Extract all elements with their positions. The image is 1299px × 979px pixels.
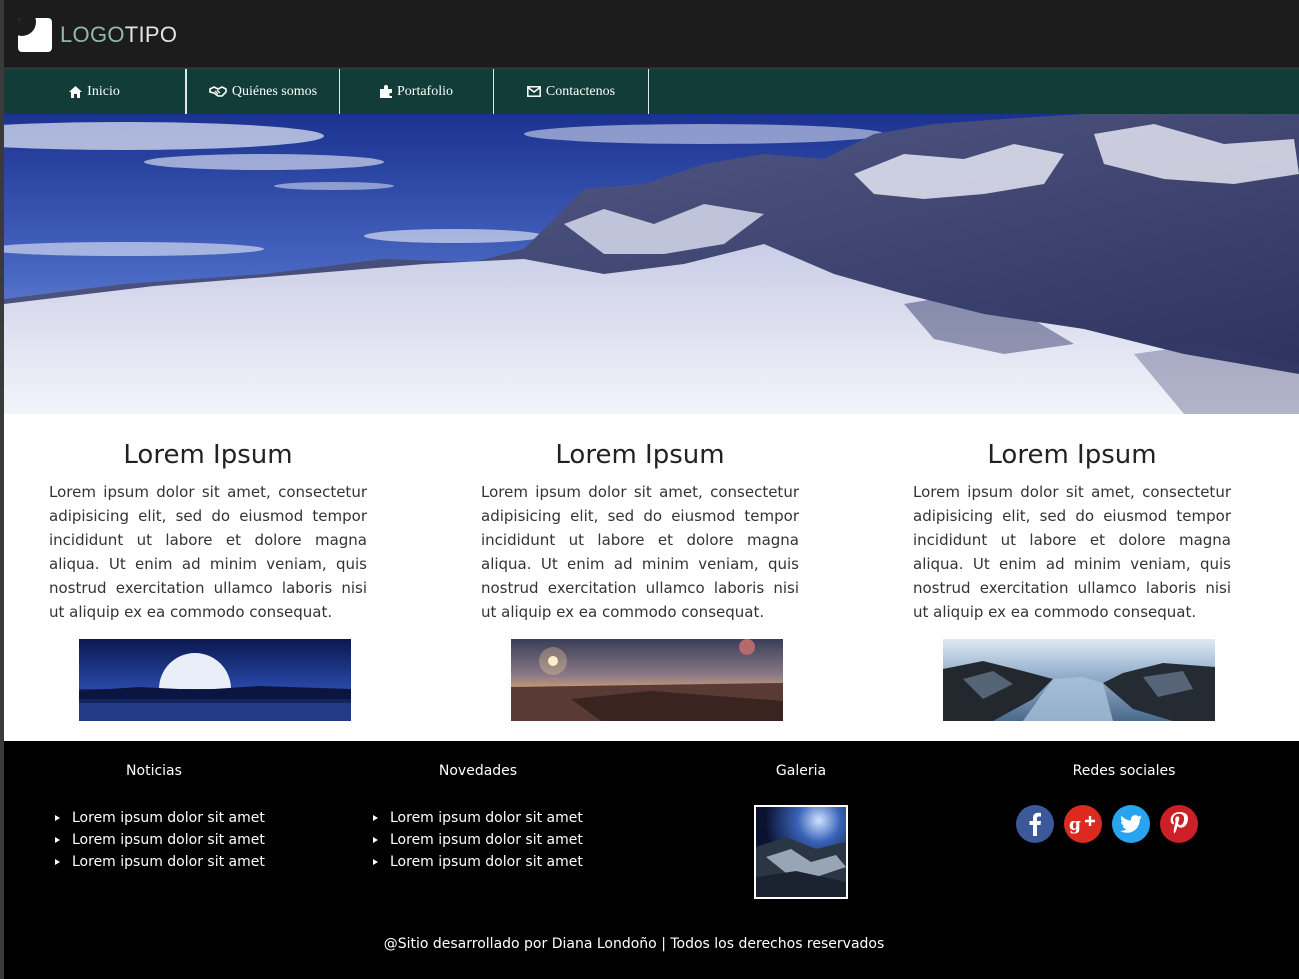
column-image [943,639,1215,721]
snowy-mountains-image [0,114,1299,414]
footer-heading-novedades: Novedades [438,763,518,779]
logo-icon[interactable] [18,18,52,52]
nav-item-label: Inicio [87,83,120,99]
list-item[interactable]: Lorem ipsum dolor sit amet [55,851,265,873]
handshake-icon [209,86,227,97]
column-title: Lorem Ipsum [555,440,725,470]
copyright-text: @Sitio desarrollado por Diana Londoño | … [383,936,885,952]
nav-item-contactenos[interactable]: Contactenos [494,69,649,114]
footer-heading-noticias: Noticias [126,763,182,779]
content-column-2: Lorem Ipsum Lorem ipsum dolor sit amet, … [436,414,868,741]
moon-landscape-image [79,639,351,721]
twitter-icon[interactable] [1112,805,1150,843]
nav-item-quienes-somos[interactable]: Quiénes somos [186,69,340,114]
footer-heading-redes-sociales: Redes sociales [1072,763,1176,779]
svg-text:g: g [1069,815,1081,835]
pinterest-icon[interactable] [1160,805,1198,843]
column-image [511,639,783,721]
logo-text-part2: TIPO [124,22,178,47]
nav-item-portafolio[interactable]: Portafolio [340,69,494,114]
nav-item-label: Portafolio [397,83,453,99]
header-bar: LOGOTIPO [4,0,1299,68]
list-item[interactable]: Lorem ipsum dolor sit amet [373,829,583,851]
main-nav: Inicio Quiénes somos Portafolio Contacte… [4,68,1299,114]
noticias-list: Lorem ipsum dolor sit amet Lorem ipsum d… [55,807,265,873]
gallery-thumbnail-image [756,807,846,897]
fjord-landscape-image [943,639,1215,721]
column-title: Lorem Ipsum [987,440,1157,470]
google-plus-icon[interactable]: g [1064,805,1102,843]
column-title: Lorem Ipsum [123,440,293,470]
content-column-3: Lorem Ipsum Lorem ipsum dolor sit amet, … [868,414,1299,741]
column-text: Lorem ipsum dolor sit amet, consectetur … [481,483,799,621]
logo-text-part1: LOGO [60,22,125,47]
nav-item-label: Contactenos [545,83,616,99]
column-text: Lorem ipsum dolor sit amet, consectetur … [913,483,1231,621]
home-icon [69,85,83,98]
novedades-list: Lorem ipsum dolor sit amet Lorem ipsum d… [373,807,583,873]
footer-heading-galeria: Galeria [775,763,827,779]
column-image [79,639,351,721]
hero-banner [0,114,1299,414]
nav-item-label: Quiénes somos [231,83,318,99]
column-text: Lorem ipsum dolor sit amet, consectetur … [49,483,367,621]
list-item[interactable]: Lorem ipsum dolor sit amet [55,829,265,851]
facebook-icon[interactable] [1016,805,1054,843]
envelope-icon [526,86,541,97]
nav-item-inicio[interactable]: Inicio [4,69,186,114]
sunset-planet-image [511,639,783,721]
list-item[interactable]: Lorem ipsum dolor sit amet [55,807,265,829]
puzzle-icon [380,85,392,98]
list-item[interactable]: Lorem ipsum dolor sit amet [373,851,583,873]
site-footer: Noticias Lorem ipsum dolor sit amet Lore… [4,741,1299,979]
gallery-thumbnail[interactable] [754,805,848,899]
page: LOGOTIPO Inicio Quiénes somos Portafolio… [0,0,1299,979]
content-column-1: Lorem Ipsum Lorem ipsum dolor sit amet, … [4,414,436,741]
list-item[interactable]: Lorem ipsum dolor sit amet [373,807,583,829]
logo-text[interactable]: LOGOTIPO [60,22,177,48]
